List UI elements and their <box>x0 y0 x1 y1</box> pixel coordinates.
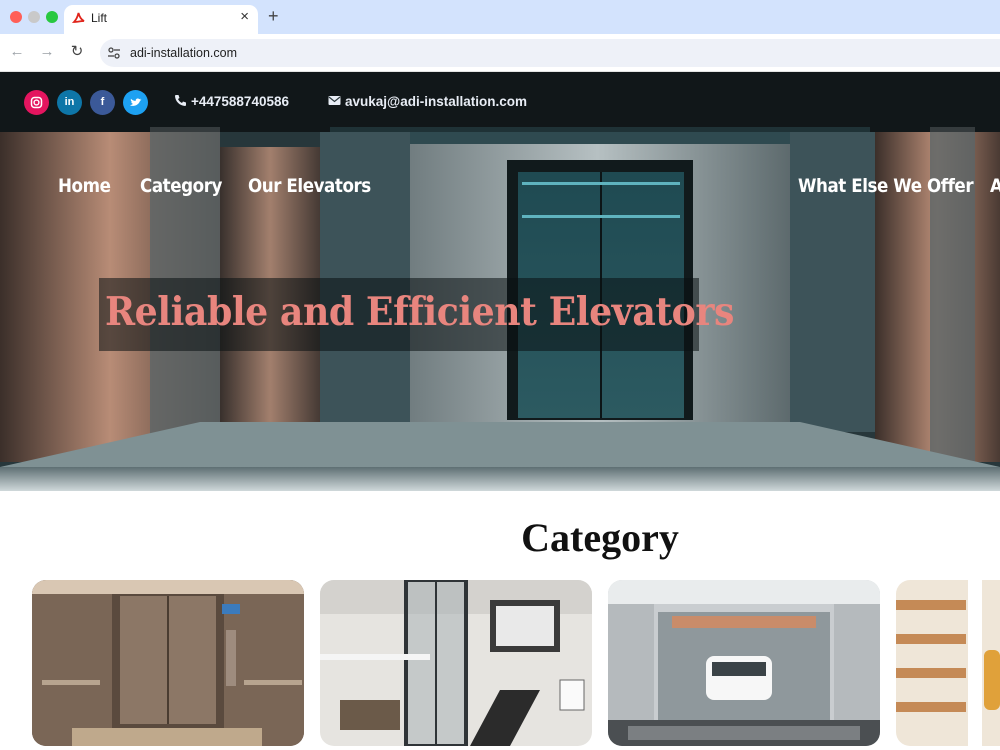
phone-icon <box>175 95 186 106</box>
maximize-window-button[interactable] <box>46 11 58 23</box>
category-card-car-lift[interactable] <box>608 580 880 746</box>
nav-our-elevators[interactable]: Our Elevators <box>248 175 371 197</box>
reload-icon[interactable]: ↻ <box>67 42 87 62</box>
nav-what-else-we-offer[interactable]: What Else We Offer <box>798 175 974 197</box>
hero-banner: in f +447588740586 avukaj@adi-installati… <box>0 72 1000 491</box>
browser-tab[interactable]: Lift × <box>64 5 258 34</box>
new-tab-icon[interactable]: + <box>268 7 279 25</box>
back-arrow-icon[interactable]: ← <box>7 42 27 62</box>
hero-title: Reliable and Efficient Elevators <box>105 289 734 335</box>
forward-arrow-icon[interactable]: → <box>37 42 57 62</box>
facebook-icon[interactable]: f <box>90 90 115 115</box>
nav-home[interactable]: Home <box>58 175 111 197</box>
pdf-icon <box>72 12 85 23</box>
tab-title: Lift <box>91 11 108 25</box>
browser-tab-bar: Lift × + <box>0 0 1000 34</box>
close-tab-icon[interactable]: × <box>240 9 249 25</box>
passenger-elevator-image <box>32 580 304 746</box>
car-lift-image <box>608 580 880 746</box>
category-heading: Category <box>521 515 679 560</box>
home-lift-image <box>320 580 592 746</box>
instagram-icon[interactable] <box>24 90 49 115</box>
phone-contact[interactable]: +447588740586 <box>174 94 289 109</box>
category-card-passenger-elevator[interactable] <box>32 580 304 746</box>
close-window-button[interactable] <box>10 11 22 23</box>
minimize-window-button[interactable] <box>28 11 40 23</box>
atrium-elevator-image <box>896 580 1000 746</box>
category-card-commercial-elevator[interactable] <box>896 580 1000 746</box>
email-address: avukaj@adi-installation.com <box>345 94 527 109</box>
nav-category[interactable]: Category <box>140 175 222 197</box>
category-card-home-lift[interactable] <box>320 580 592 746</box>
nav-truncated-item[interactable]: A <box>990 175 1000 197</box>
phone-number: +447588740586 <box>191 94 289 109</box>
address-bar[interactable]: adi-installation.com <box>100 39 1000 67</box>
twitter-icon[interactable] <box>123 90 148 115</box>
envelope-icon <box>328 96 341 105</box>
browser-toolbar: ← → ↻ adi-installation.com <box>0 34 1000 72</box>
url-text: adi-installation.com <box>130 46 237 60</box>
email-contact[interactable]: avukaj@adi-installation.com <box>328 94 527 109</box>
linkedin-icon[interactable]: in <box>57 90 82 115</box>
site-settings-icon[interactable] <box>107 46 121 60</box>
